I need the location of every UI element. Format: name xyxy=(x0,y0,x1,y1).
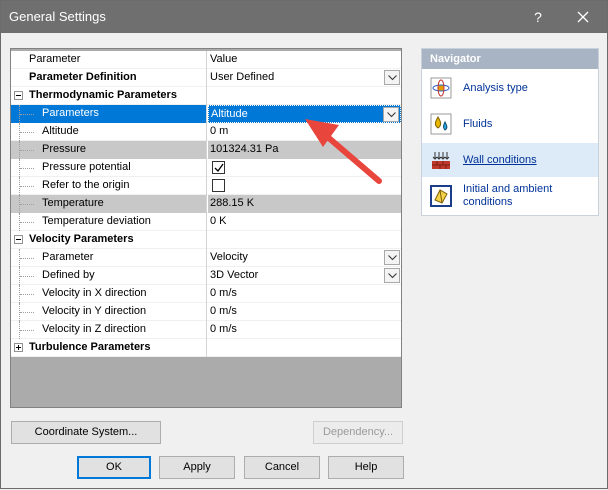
apply-button[interactable]: Apply xyxy=(159,456,235,479)
expand-icon[interactable] xyxy=(14,343,23,352)
velocity-parameter-dropdown[interactable] xyxy=(384,250,400,265)
help-button[interactable]: Help xyxy=(328,456,404,479)
row-label: Defined by xyxy=(42,269,95,281)
nav-item-label: Initial and ambient conditions xyxy=(463,183,553,208)
chevron-down-icon xyxy=(388,255,397,261)
row-label: Pressure xyxy=(42,143,87,155)
nav-item-label: Analysis type xyxy=(463,81,528,94)
close-button[interactable] xyxy=(566,4,600,30)
navigator-title: Navigator xyxy=(422,49,598,69)
header-value: Value xyxy=(210,53,238,65)
row-value: 101324.31 Pa xyxy=(208,141,401,159)
row-parameter-definition[interactable]: Parameter Definition User Defined xyxy=(11,69,401,87)
row-altitude[interactable]: Altitude 0 m xyxy=(11,123,401,141)
row-label: Parameter Definition xyxy=(29,71,137,83)
row-parameters[interactable]: Parameters Altitude xyxy=(11,105,401,123)
nav-item-initial-conditions[interactable]: Initial and ambient conditions xyxy=(422,179,598,213)
checkmark-icon xyxy=(214,163,224,173)
row-label: Altitude xyxy=(42,125,79,137)
row-label: Velocity in X direction xyxy=(42,287,147,299)
row-value: Altitude xyxy=(211,108,248,120)
cancel-button[interactable]: Cancel xyxy=(244,456,320,479)
row-value: 3D Vector xyxy=(210,269,259,281)
row-value: User Defined xyxy=(210,71,275,83)
row-pressure-potential[interactable]: Pressure potential xyxy=(11,159,401,177)
help-title-button[interactable]: ? xyxy=(525,4,551,30)
row-defined-by[interactable]: Defined by 3D Vector xyxy=(11,267,401,285)
row-value[interactable]: 0 m/s xyxy=(208,303,401,321)
parameter-definition-dropdown[interactable] xyxy=(384,70,400,85)
window-title: General Settings xyxy=(9,9,106,24)
header-parameter: Parameter xyxy=(29,53,81,65)
row-value[interactable]: 0 m/s xyxy=(208,321,401,339)
row-value: Velocity xyxy=(210,251,248,263)
row-temperature-deviation[interactable]: Temperature deviation 0 K xyxy=(11,213,401,231)
row-velocity-y[interactable]: Velocity in Y direction 0 m/s xyxy=(11,303,401,321)
refer-to-origin-checkbox[interactable] xyxy=(212,179,225,192)
chevron-down-icon xyxy=(387,112,396,118)
row-label: Velocity in Y direction xyxy=(42,305,147,317)
row-label: Parameter xyxy=(42,251,94,263)
nav-item-label: Fluids xyxy=(463,117,493,130)
row-refer-to-origin[interactable]: Refer to the origin xyxy=(11,177,401,195)
section-label: Velocity Parameters xyxy=(29,233,134,245)
nav-item-fluids[interactable]: Fluids xyxy=(422,107,598,141)
row-label: Pressure potential xyxy=(42,161,131,173)
title-bar: General Settings ? xyxy=(1,1,607,33)
general-settings-dialog: General Settings ? Parameter Value Param… xyxy=(0,0,608,489)
section-label: Thermodynamic Parameters xyxy=(29,89,177,101)
row-temperature[interactable]: Temperature 288.15 K xyxy=(11,195,401,213)
row-velocity-z[interactable]: Velocity in Z direction 0 m/s xyxy=(11,321,401,339)
grid-header-row: Parameter Value xyxy=(11,51,401,69)
row-value[interactable]: 0 m xyxy=(208,123,401,141)
row-label: Refer to the origin xyxy=(42,179,130,191)
pressure-potential-checkbox[interactable] xyxy=(212,161,225,174)
row-value: 288.15 K xyxy=(208,195,401,213)
collapse-icon[interactable] xyxy=(14,91,23,100)
coordinate-system-button[interactable]: Coordinate System... xyxy=(11,421,161,444)
chevron-down-icon xyxy=(388,273,397,279)
row-label: Parameters xyxy=(42,107,99,119)
parameters-dropdown[interactable] xyxy=(383,107,399,122)
row-value[interactable]: 0 m/s xyxy=(208,285,401,303)
close-icon xyxy=(577,11,589,23)
nav-item-label: Wall conditions xyxy=(463,153,537,166)
row-velocity-x[interactable]: Velocity in X direction 0 m/s xyxy=(11,285,401,303)
navigator-panel: Navigator Analysis type Fluids Wall cond… xyxy=(421,48,599,216)
analysis-type-icon xyxy=(430,77,452,99)
row-pressure[interactable]: Pressure 101324.31 Pa xyxy=(11,141,401,159)
collapse-icon[interactable] xyxy=(14,235,23,244)
fluids-icon xyxy=(430,113,452,135)
wall-conditions-icon xyxy=(430,149,452,171)
nav-item-analysis-type[interactable]: Analysis type xyxy=(422,71,598,105)
row-velocity-parameter[interactable]: Parameter Velocity xyxy=(11,249,401,267)
row-label: Temperature deviation xyxy=(42,215,151,227)
nav-item-wall-conditions[interactable]: Wall conditions xyxy=(422,143,598,177)
row-value[interactable]: 0 K xyxy=(208,213,401,231)
section-turbulence[interactable]: Turbulence Parameters xyxy=(11,339,401,357)
section-velocity[interactable]: Velocity Parameters xyxy=(11,231,401,249)
property-grid[interactable]: Parameter Value Parameter Definition Use… xyxy=(10,48,402,408)
chevron-down-icon xyxy=(388,75,397,81)
section-label: Turbulence Parameters xyxy=(29,341,151,353)
initial-conditions-icon xyxy=(430,185,452,207)
row-label: Temperature xyxy=(42,197,104,209)
ok-button[interactable]: OK xyxy=(77,456,151,479)
section-thermodynamic[interactable]: Thermodynamic Parameters xyxy=(11,87,401,105)
defined-by-dropdown[interactable] xyxy=(384,268,400,283)
row-label: Velocity in Z direction xyxy=(42,323,146,335)
dependency-button[interactable]: Dependency... xyxy=(313,421,403,444)
